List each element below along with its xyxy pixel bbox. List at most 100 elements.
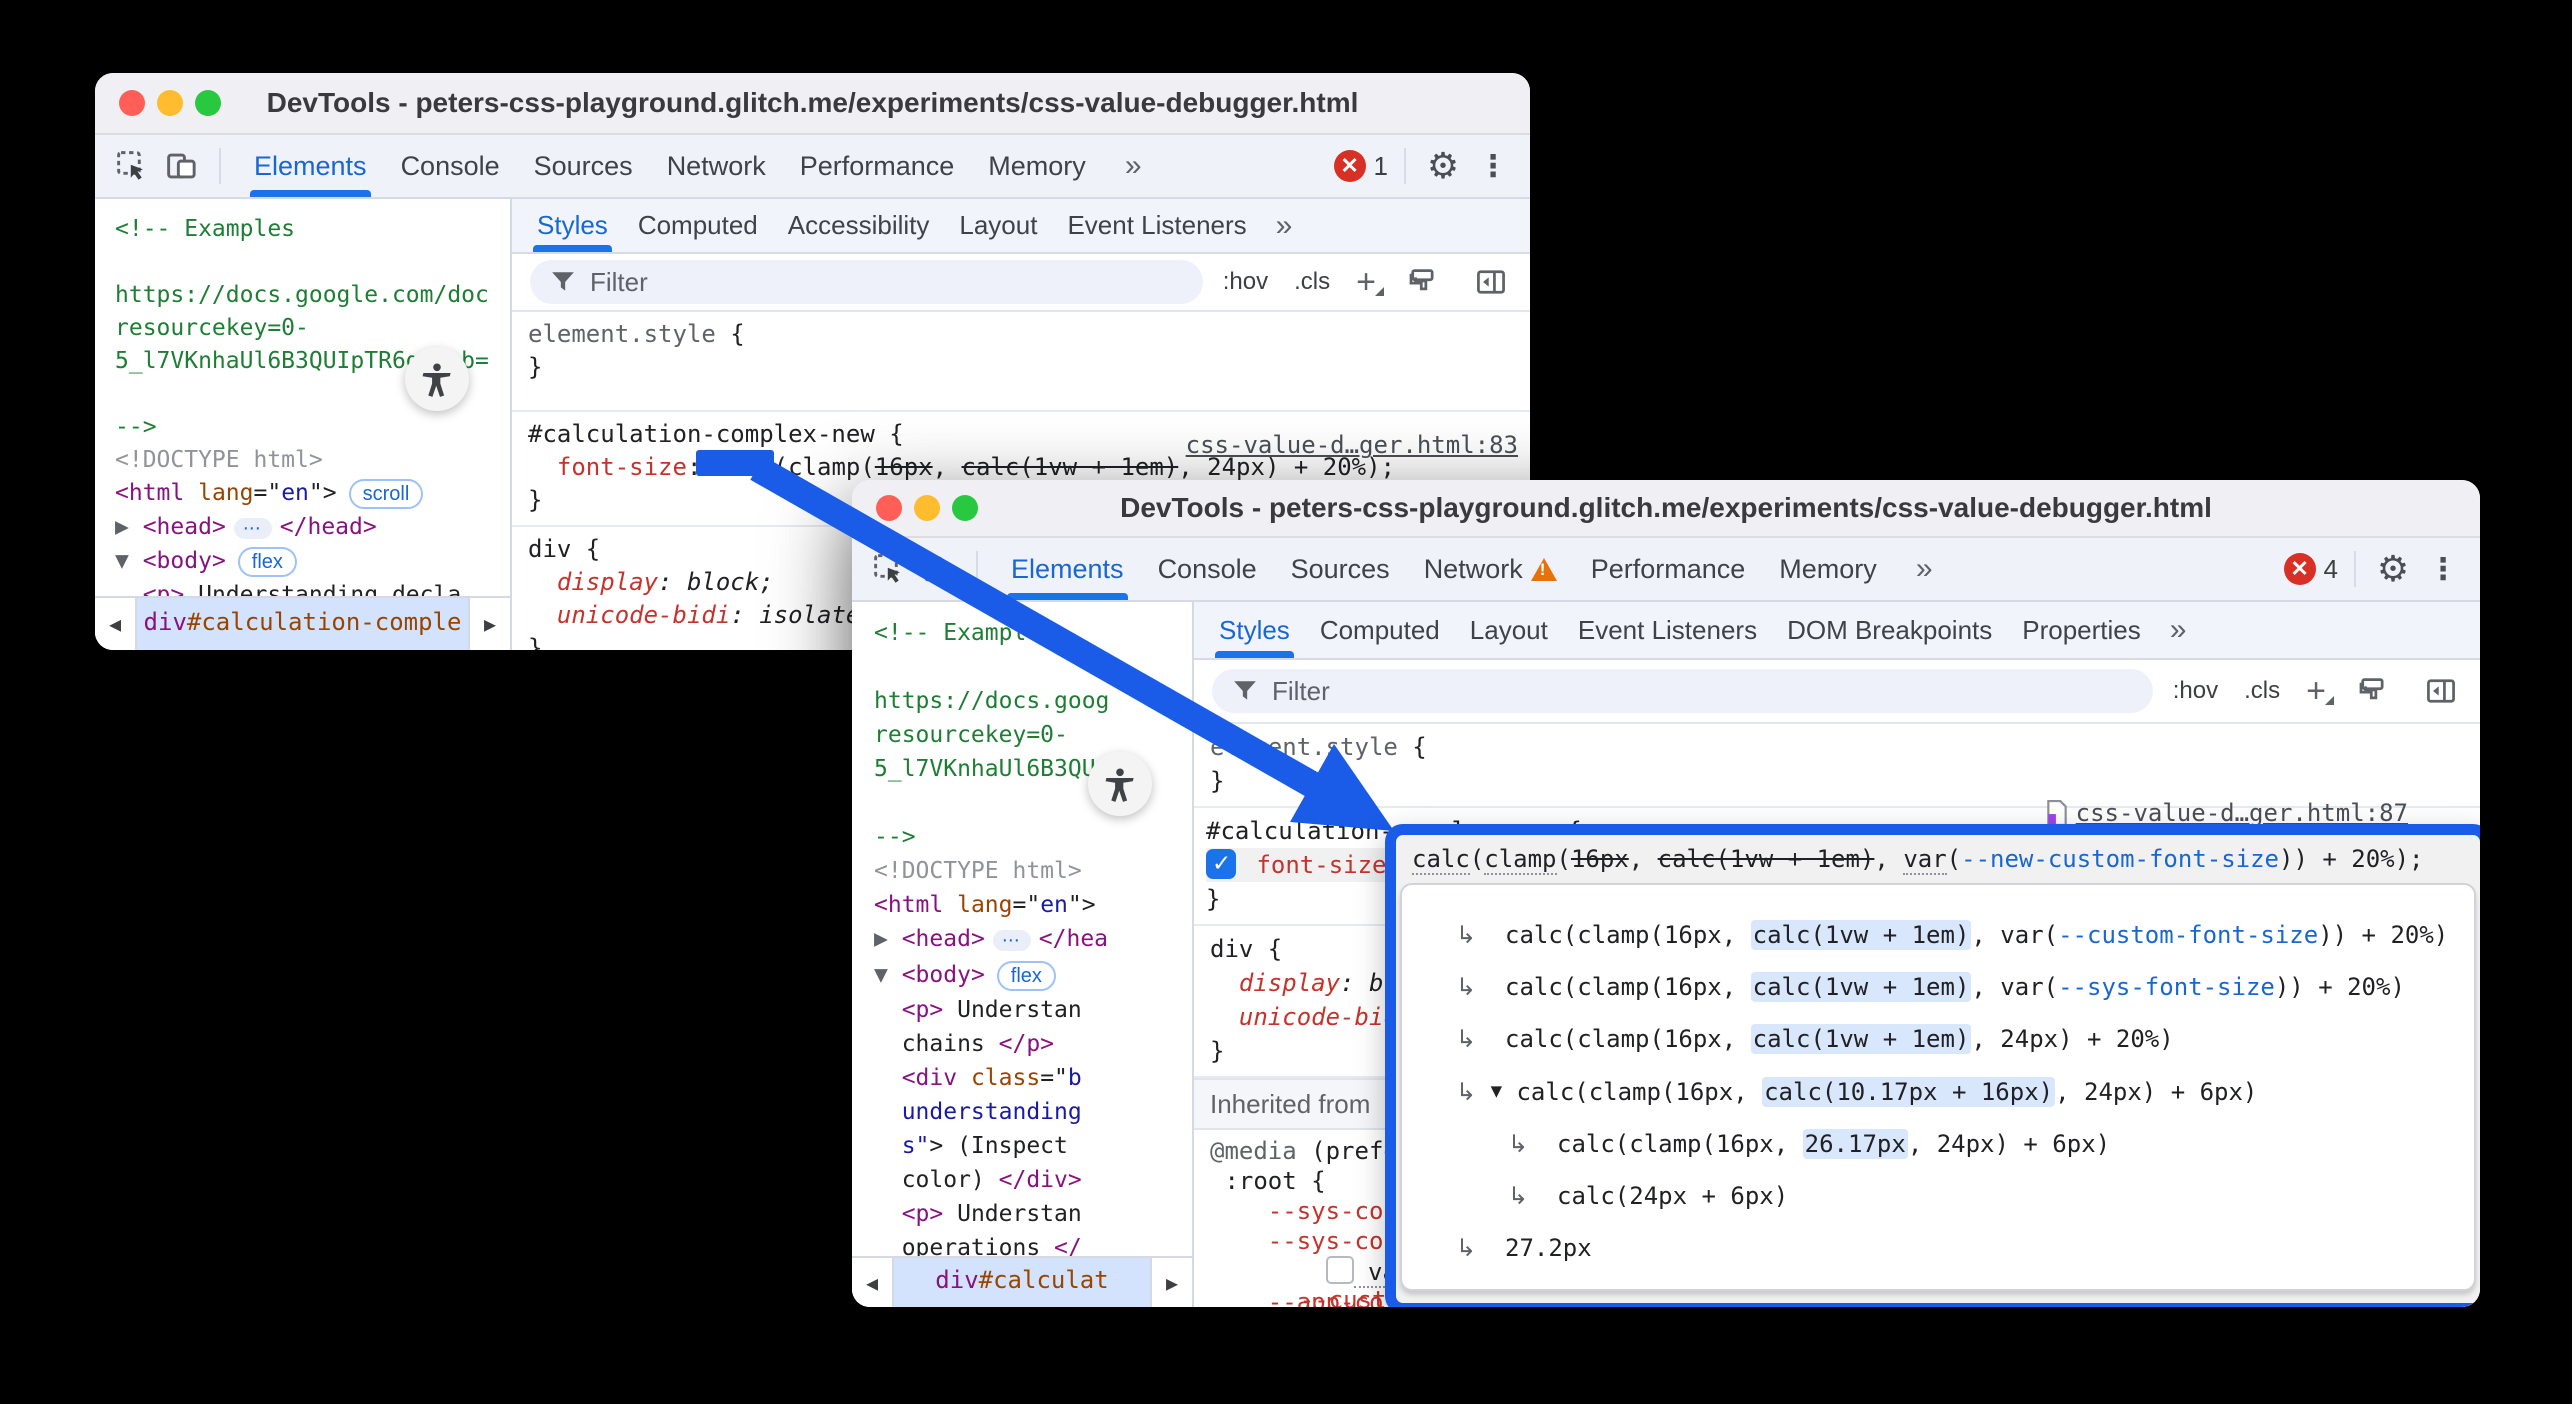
accessibility-overlay-icon[interactable] bbox=[405, 347, 469, 411]
tab-memory[interactable]: Memory bbox=[1779, 538, 1877, 600]
settings-gear-icon[interactable]: ⚙ bbox=[2372, 548, 2414, 590]
code-token: Understan bbox=[943, 1201, 1081, 1227]
breadcrumb-forward-icon[interactable]: ▶ bbox=[468, 598, 510, 650]
inspect-element-icon[interactable] bbox=[868, 548, 910, 590]
css-value-trace-popup[interactable]: calc(clamp(16px, calc(1vw + 1em), var(--… bbox=[1385, 824, 2480, 1307]
tab-elements[interactable]: Elements bbox=[254, 135, 367, 197]
tab-computed[interactable]: Computed bbox=[638, 199, 758, 252]
tab-properties[interactable]: Properties bbox=[2022, 602, 2141, 658]
element-badge[interactable]: scroll bbox=[349, 479, 424, 509]
toggle-element-state-button[interactable]: :hov bbox=[1223, 268, 1268, 296]
sidebar-tab-strip: Styles Computed Accessibility Layout Event L… bbox=[512, 199, 1530, 254]
tab-label: Properties bbox=[2022, 615, 2141, 646]
filter-input[interactable]: Filter bbox=[1212, 669, 2153, 713]
element-badge[interactable]: ⋯ bbox=[234, 518, 272, 539]
code-line: color) </div> bbox=[874, 1163, 1192, 1197]
breadcrumb[interactable]: div#calculat bbox=[894, 1258, 1150, 1307]
code-token[interactable]: --new-custom-font-size bbox=[1961, 845, 2279, 873]
breadcrumb-back-icon[interactable]: ◀ bbox=[852, 1258, 894, 1307]
code-token: display bbox=[1210, 969, 1340, 997]
rendering-brush-icon[interactable] bbox=[2352, 670, 2394, 712]
rendering-brush-icon[interactable] bbox=[1402, 261, 1444, 303]
tab-console[interactable]: Console bbox=[401, 135, 500, 197]
kebab-menu-icon[interactable]: ⋮ bbox=[1472, 145, 1514, 187]
tab-performance[interactable]: Performance bbox=[1591, 538, 1746, 600]
settings-gear-icon[interactable]: ⚙ bbox=[1422, 145, 1464, 187]
tab-label: Sources bbox=[534, 151, 633, 182]
filter-funnel-icon bbox=[550, 269, 576, 295]
toggle-element-state-button[interactable]: :hov bbox=[2173, 677, 2218, 705]
code-token[interactable]: --custom-font-size bbox=[2058, 921, 2318, 949]
new-style-rule-button[interactable]: + bbox=[1356, 272, 1376, 292]
tab-performance[interactable]: Performance bbox=[800, 135, 955, 197]
element-badge[interactable]: ⋯ bbox=[993, 930, 1031, 951]
titlebar[interactable]: DevTools - peters-css-playground.glitch.… bbox=[95, 73, 1530, 135]
tab-label: Performance bbox=[1591, 554, 1746, 585]
sidebar-toggle-icon[interactable] bbox=[2420, 670, 2462, 712]
tab-styles[interactable]: Styles bbox=[537, 199, 608, 252]
code-token: 16px bbox=[1571, 845, 1629, 873]
device-toolbar-icon[interactable] bbox=[161, 145, 203, 187]
code-token: font-size bbox=[1242, 851, 1387, 879]
checkbox-unchecked-icon[interactable] bbox=[1326, 1256, 1354, 1284]
tab-computed[interactable]: Computed bbox=[1320, 602, 1440, 658]
breadcrumb[interactable]: div#calculation-comple bbox=[137, 598, 468, 650]
tab-network[interactable]: Network bbox=[1424, 538, 1557, 600]
tab-elements[interactable]: Elements bbox=[1011, 538, 1124, 600]
tab-sources[interactable]: Sources bbox=[1291, 538, 1390, 600]
element-classes-button[interactable]: .cls bbox=[1294, 268, 1330, 296]
tab-dom-breakpoints[interactable]: DOM Breakpoints bbox=[1787, 602, 1992, 658]
sidebar-toggle-icon[interactable] bbox=[1470, 261, 1512, 303]
code-token: display bbox=[528, 568, 658, 596]
more-tabs-icon[interactable]: » bbox=[1276, 209, 1293, 243]
inspect-element-icon[interactable] bbox=[111, 145, 153, 187]
accessibility-overlay-icon[interactable] bbox=[1088, 752, 1152, 816]
main-toolbar: Elements Console Sources Network Performance… bbox=[852, 538, 2480, 602]
stylesheet-source-link[interactable]: css-value-d…ger.html:87 bbox=[2046, 799, 2408, 827]
code-token: s" bbox=[874, 1133, 929, 1159]
more-tabs-icon[interactable]: » bbox=[1125, 149, 1142, 183]
breadcrumb-forward-icon[interactable]: ▶ bbox=[1150, 1258, 1192, 1307]
tab-console[interactable]: Console bbox=[1158, 538, 1257, 600]
code-line: ▼ <body>flex bbox=[874, 958, 1192, 993]
tab-event-listeners[interactable]: Event Listeners bbox=[1578, 602, 1757, 658]
more-tabs-icon[interactable]: » bbox=[1916, 552, 1933, 586]
code-token: <body> bbox=[902, 962, 985, 988]
tab-event-listeners[interactable]: Event Listeners bbox=[1067, 199, 1246, 252]
filter-input[interactable]: Filter bbox=[530, 260, 1203, 304]
tab-layout[interactable]: Layout bbox=[1470, 602, 1548, 658]
titlebar[interactable]: DevTools - peters-css-playground.glitch.… bbox=[852, 480, 2480, 538]
tab-memory[interactable]: Memory bbox=[988, 135, 1086, 197]
code-token: color) bbox=[874, 1167, 999, 1193]
code-token: 27.2px bbox=[1476, 1234, 1592, 1262]
element-classes-button[interactable]: .cls bbox=[2244, 677, 2280, 705]
tab-accessibility[interactable]: Accessibility bbox=[788, 199, 930, 252]
filter-funnel-icon bbox=[1232, 678, 1258, 704]
device-toolbar-icon[interactable] bbox=[918, 548, 960, 590]
panel-tab-strip: Elements Console Sources Network Performance… bbox=[237, 135, 1103, 197]
new-style-rule-button[interactable]: + bbox=[2306, 681, 2326, 701]
kebab-menu-icon[interactable]: ⋮ bbox=[2422, 548, 2464, 590]
stylesheet-source-link[interactable]: css-value-d…ger.html:83 bbox=[1186, 431, 1518, 459]
code-token: lang bbox=[198, 480, 253, 506]
code-token[interactable]: --sys-font-size bbox=[2058, 973, 2275, 1001]
error-count-badge[interactable]: ✕ 4 bbox=[2284, 553, 2338, 585]
expand-arrow-icon: ▶ bbox=[115, 514, 143, 540]
element-badge[interactable]: flex bbox=[238, 547, 297, 577]
tab-label: Memory bbox=[988, 151, 1086, 182]
breadcrumb-back-icon[interactable]: ◀ bbox=[95, 598, 137, 650]
tab-styles[interactable]: Styles bbox=[1219, 602, 1290, 658]
tab-layout[interactable]: Layout bbox=[959, 199, 1037, 252]
dom-tree-pane[interactable]: <!-- Exampleshttps://docs.googresourceke… bbox=[852, 602, 1194, 1307]
code-token bbox=[874, 997, 902, 1023]
dom-tree-pane[interactable]: <!-- Exampleshttps://docs.google.com/doc… bbox=[95, 199, 512, 650]
checkbox-checked-icon[interactable] bbox=[1206, 849, 1236, 879]
code-token: } bbox=[1206, 885, 1220, 913]
more-tabs-icon[interactable]: » bbox=[2170, 613, 2187, 647]
element-badge[interactable]: flex bbox=[997, 961, 1056, 991]
popup-evaluation-trace: ↳ calc(clamp(16px, calc(1vw + 1em), var(… bbox=[1400, 883, 2476, 1291]
tab-network[interactable]: Network bbox=[667, 135, 766, 197]
tab-sources[interactable]: Sources bbox=[534, 135, 633, 197]
error-count-badge[interactable]: ✕ 1 bbox=[1334, 150, 1388, 182]
styles-rules-pane[interactable]: element.style {} #calculation-complex-ne… bbox=[1194, 724, 2480, 1307]
